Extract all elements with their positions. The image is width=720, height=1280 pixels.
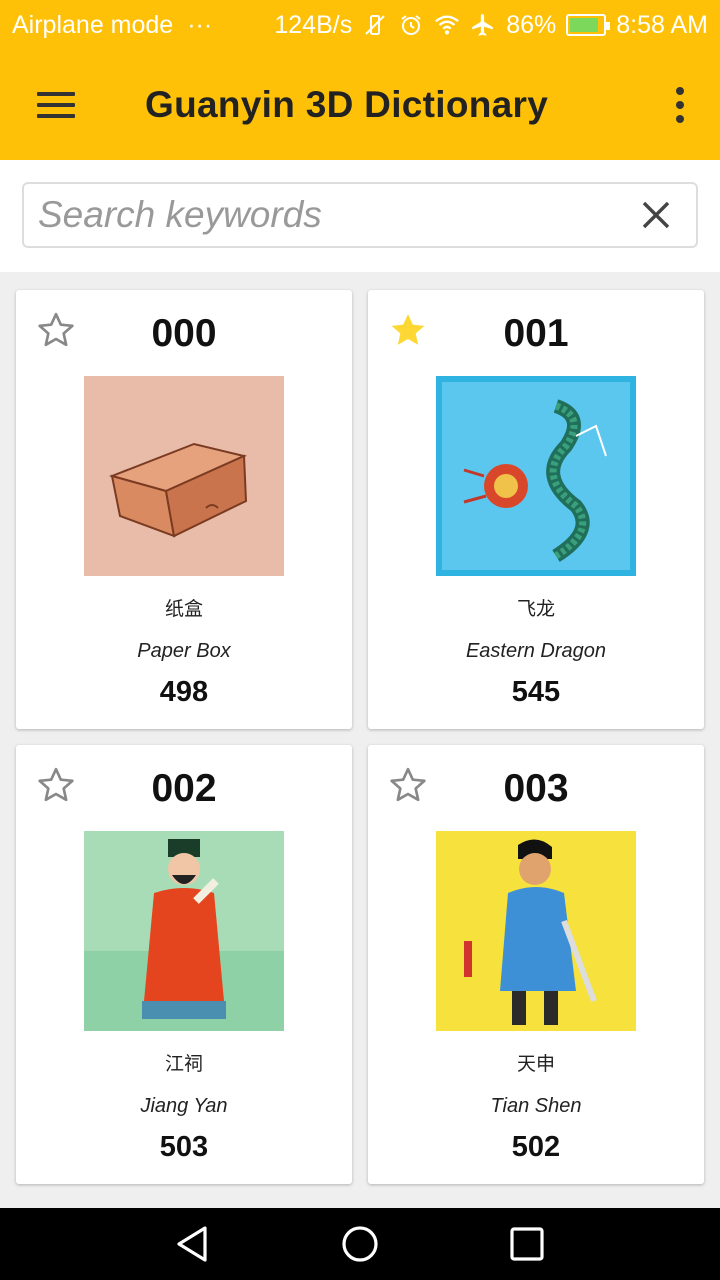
entry-number: 502 <box>511 1131 561 1163</box>
search-area <box>0 160 720 272</box>
system-nav-bar <box>0 1208 720 1280</box>
entry-chinese-name: 飞龙 <box>516 598 555 620</box>
entry-chinese-name: 天申 <box>516 1053 555 1075</box>
search-input[interactable] <box>38 194 616 236</box>
entry-number: 545 <box>511 676 561 708</box>
battery-percent: 86% <box>506 10 557 39</box>
status-net-speed: 124B/s <box>274 10 353 39</box>
recents-button[interactable] <box>487 1214 567 1274</box>
jiang-yan-illustration <box>84 831 284 1031</box>
status-mode: Airplane mode <box>12 10 174 39</box>
hamburger-icon <box>37 92 75 118</box>
search-box <box>22 182 698 248</box>
recents-square-icon <box>510 1227 544 1261</box>
entry-code: 002 <box>151 767 217 810</box>
entry-grid: 000 纸盒 Paper Box 498 001 飞龙 Eastern Drag… <box>16 290 706 1184</box>
status-bar: Airplane mode ··· 124B/s 86% 8:58 AM <box>0 0 720 50</box>
entry-english-name: Tian Shen <box>490 1095 582 1117</box>
eastern-dragon-illustration <box>436 376 636 576</box>
battery-icon <box>566 14 611 36</box>
app-title: Guanyin 3D Dictionary <box>145 84 549 125</box>
entry-code: 000 <box>151 312 217 355</box>
alarm-icon <box>398 12 424 38</box>
entry-card[interactable]: 001 飞龙 Eastern Dragon 545 <box>368 290 704 729</box>
back-button[interactable] <box>153 1214 233 1274</box>
back-triangle-icon <box>177 1226 207 1262</box>
entry-chinese-name: 纸盒 <box>164 598 203 620</box>
menu-button[interactable] <box>0 50 112 160</box>
app-bar: Guanyin 3D Dictionary <box>0 50 720 160</box>
overflow-menu-button[interactable] <box>640 50 720 160</box>
entry-number: 498 <box>159 676 209 708</box>
tian-shen-illustration <box>436 831 636 1031</box>
entry-english-name: Jiang Yan <box>140 1095 228 1117</box>
wifi-icon <box>434 12 460 38</box>
entry-chinese-name: 江祠 <box>164 1053 203 1075</box>
entry-code: 001 <box>503 312 569 355</box>
entry-card[interactable]: 002 江祠 Jiang Yan 503 <box>16 745 352 1184</box>
entry-card[interactable]: 000 纸盒 Paper Box 498 <box>16 290 352 729</box>
close-icon <box>642 201 670 229</box>
home-circle-icon <box>342 1226 378 1262</box>
more-vert-icon <box>676 87 684 95</box>
vibrate-off-icon <box>362 12 388 38</box>
status-time: 8:58 AM <box>616 10 708 39</box>
status-more-indicator: ··· <box>187 10 213 39</box>
home-button[interactable] <box>320 1214 400 1274</box>
entry-english-name: Paper Box <box>137 640 231 662</box>
entry-code: 003 <box>503 767 569 810</box>
entry-english-name: Eastern Dragon <box>465 640 607 662</box>
clear-search-button[interactable] <box>616 184 696 246</box>
entry-card[interactable]: 003 天申 Tian Shen 502 <box>368 745 704 1184</box>
airplane-icon <box>470 12 496 38</box>
entry-number: 503 <box>159 1131 209 1163</box>
paper-box-illustration <box>84 376 284 576</box>
